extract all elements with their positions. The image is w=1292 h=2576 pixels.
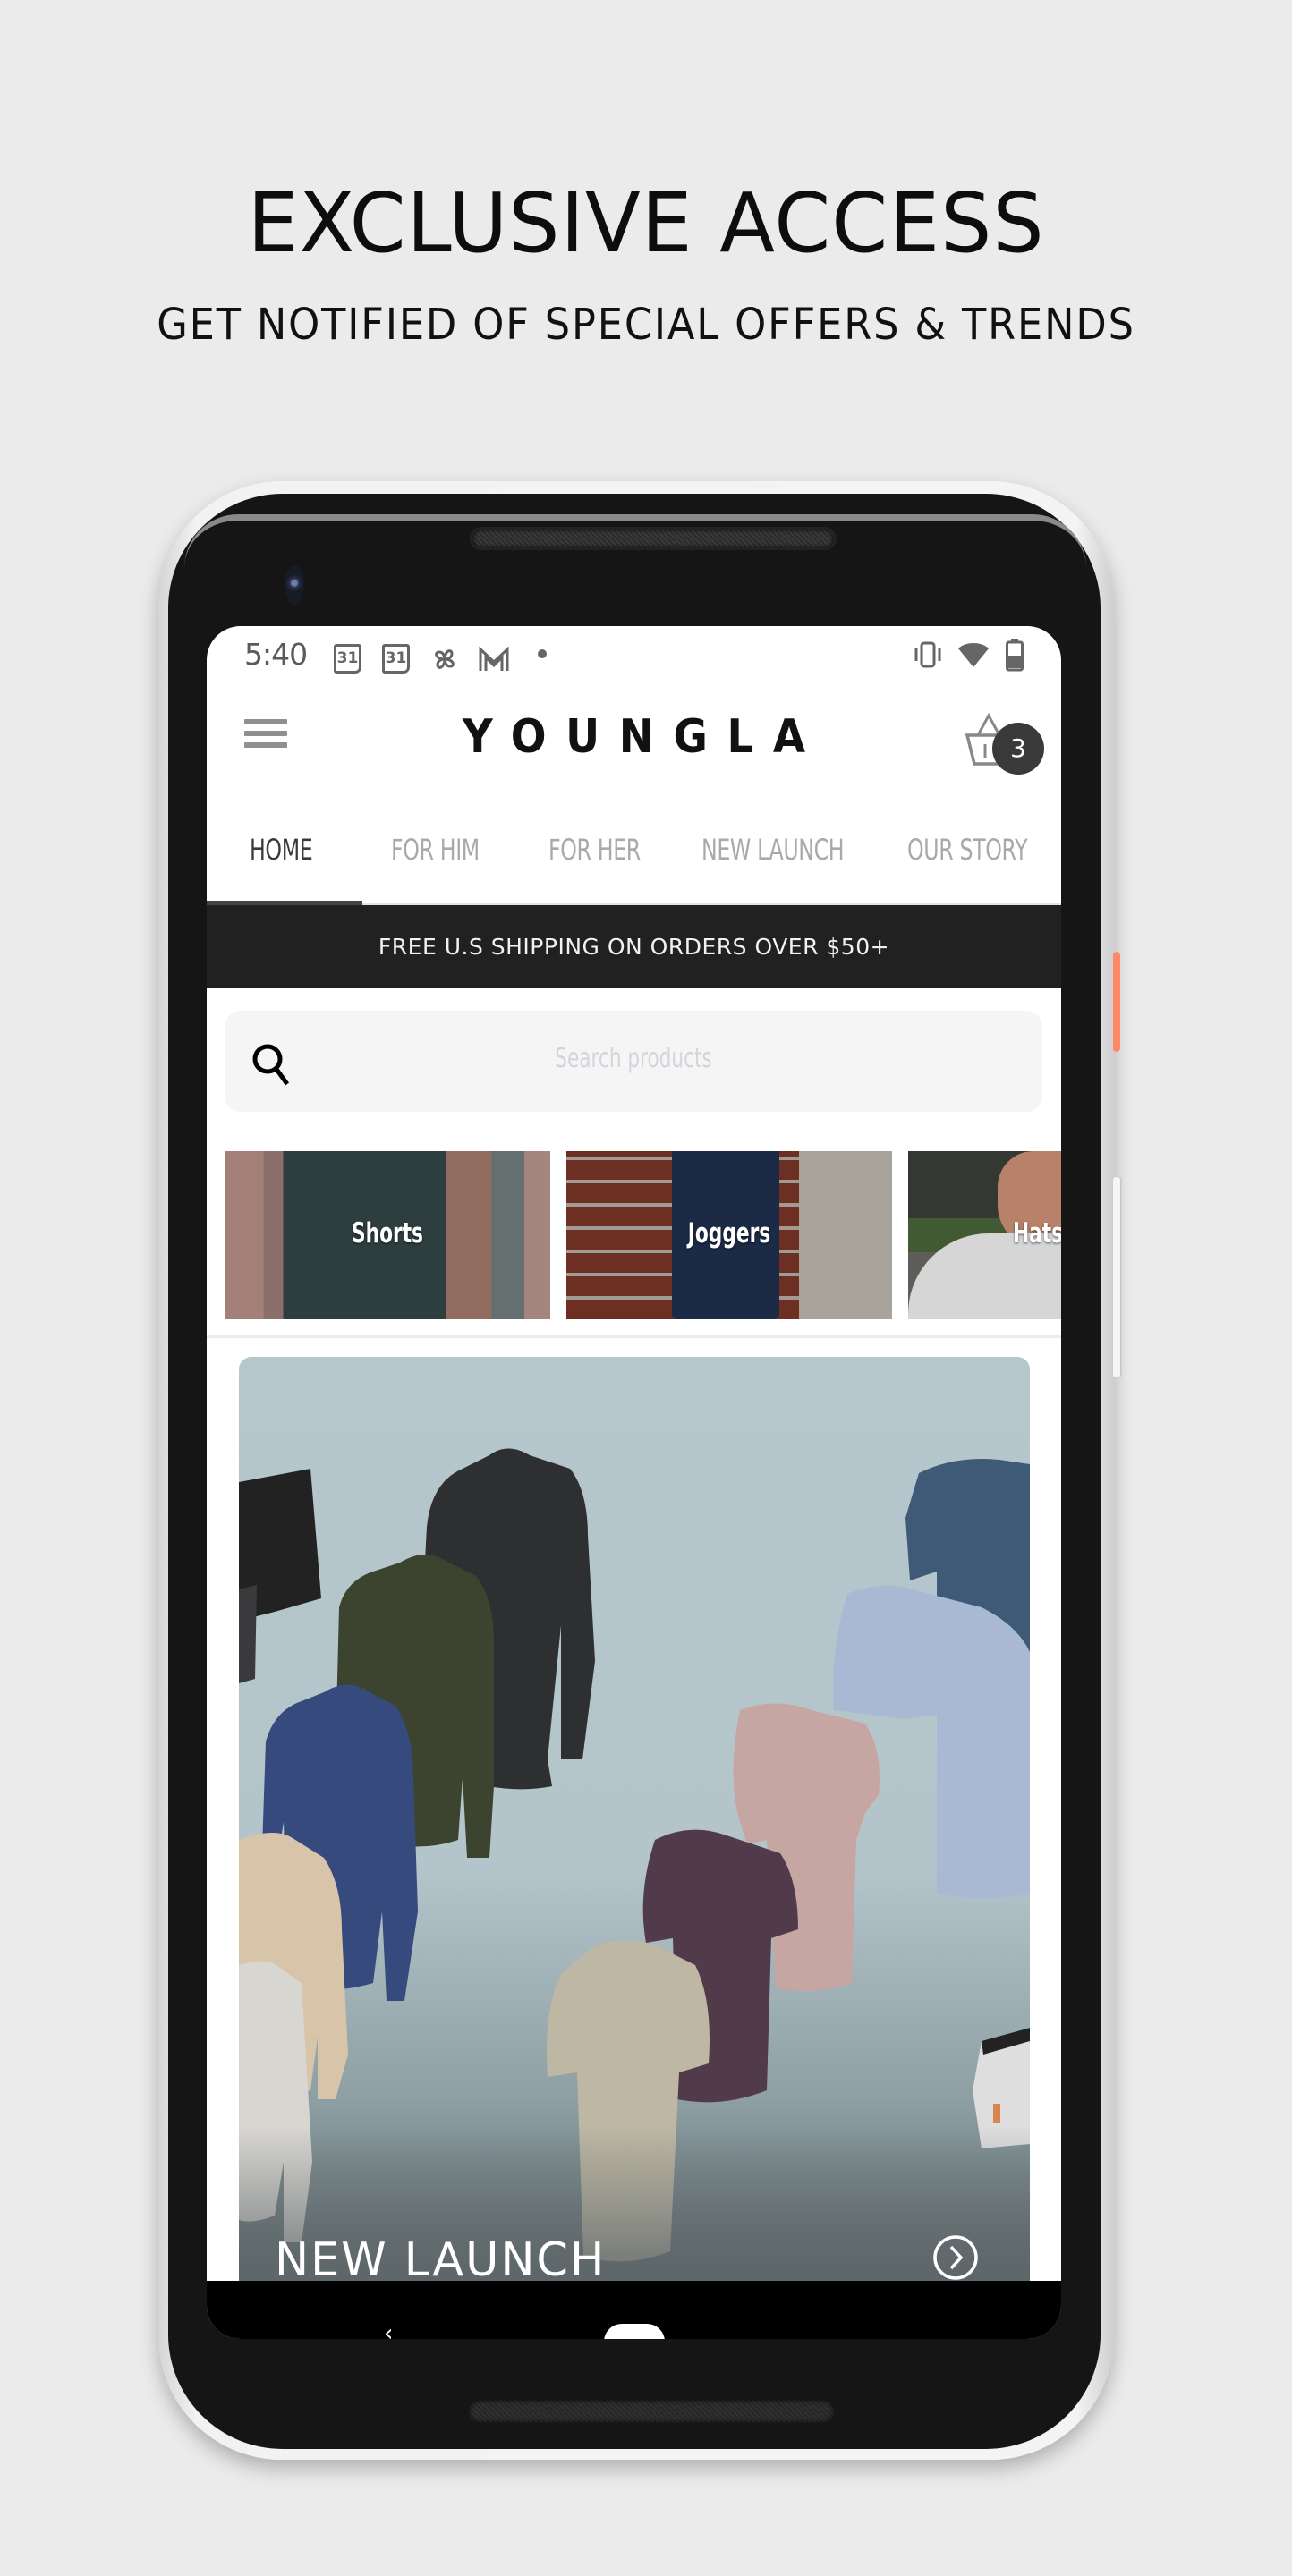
search-placeholder: Search products xyxy=(555,1043,712,1074)
calendar-icon: 31 xyxy=(382,644,410,674)
gmail-icon xyxy=(479,646,509,671)
new-launch-banner[interactable]: NEW LAUNCH xyxy=(239,1357,1030,2287)
tab-home[interactable]: HOME xyxy=(250,796,313,903)
app-header: YOUNGLA 3 xyxy=(207,680,1061,796)
promo-subheadline: GET NOTIFIED OF SPECIAL OFFERS & TRENDS xyxy=(157,300,1135,350)
tab-new-launch[interactable]: NEW LAUNCH xyxy=(701,796,845,903)
search-icon[interactable] xyxy=(250,1038,296,1091)
cart-count-badge: 3 xyxy=(992,723,1044,775)
tab-our-story[interactable]: OUR STORY xyxy=(907,796,1028,903)
tab-for-him[interactable]: FOR HIM xyxy=(391,796,480,903)
banner-image xyxy=(239,1448,1030,2287)
shipping-announcement: FREE U.S SHIPPING ON ORDERS OVER $50+ xyxy=(207,905,1061,988)
wifi-icon xyxy=(958,643,989,667)
status-time: 5:40 xyxy=(244,637,308,672)
cart-button[interactable]: 3 xyxy=(965,712,1055,784)
earpiece-speaker xyxy=(470,527,837,550)
status-bar: 5:40 31 31 xyxy=(207,626,1061,680)
category-carousel: Shorts Joggers Hats/ xyxy=(225,1151,1061,1321)
section-divider xyxy=(207,1335,1061,1338)
phone-screen: 5:40 31 31 YOUNGLA 3 HOME FOR HIM FOR HE… xyxy=(207,626,1061,2339)
category-tabs: HOME FOR HIM FOR HER NEW LAUNCH OUR STOR… xyxy=(207,796,1061,905)
category-card-joggers[interactable]: Joggers xyxy=(566,1151,892,1319)
tab-for-her[interactable]: FOR HER xyxy=(548,796,641,903)
brand-logo[interactable]: YOUNGLA xyxy=(250,710,1019,764)
category-card-hats[interactable]: Hats/ xyxy=(908,1151,1061,1319)
category-card-shorts[interactable]: Shorts xyxy=(225,1151,550,1319)
system-navigation-bar: ‹ xyxy=(207,2281,1061,2339)
category-label: Shorts xyxy=(352,1217,423,1250)
category-label: Hats/ xyxy=(1012,1217,1061,1250)
bottom-speaker xyxy=(468,2400,835,2423)
category-label: Joggers xyxy=(687,1217,771,1250)
dot-icon xyxy=(538,649,547,658)
battery-icon xyxy=(1006,639,1024,672)
promo-headline: EXCLUSIVE ACCESS xyxy=(247,175,1045,271)
volume-button xyxy=(1113,1177,1120,1377)
front-camera xyxy=(285,565,304,605)
banner-title: NEW LAUNCH xyxy=(275,2233,607,2287)
calendar-icon: 31 xyxy=(334,644,361,674)
chevron-right-circle-icon[interactable] xyxy=(931,2233,980,2282)
search-input[interactable]: Search products xyxy=(225,1011,1042,1112)
home-pill-button[interactable] xyxy=(604,2324,665,2339)
power-button xyxy=(1113,952,1120,1052)
back-icon[interactable]: ‹ xyxy=(384,2320,393,2339)
vibrate-icon xyxy=(914,641,941,668)
pinwheel-icon xyxy=(435,649,455,669)
